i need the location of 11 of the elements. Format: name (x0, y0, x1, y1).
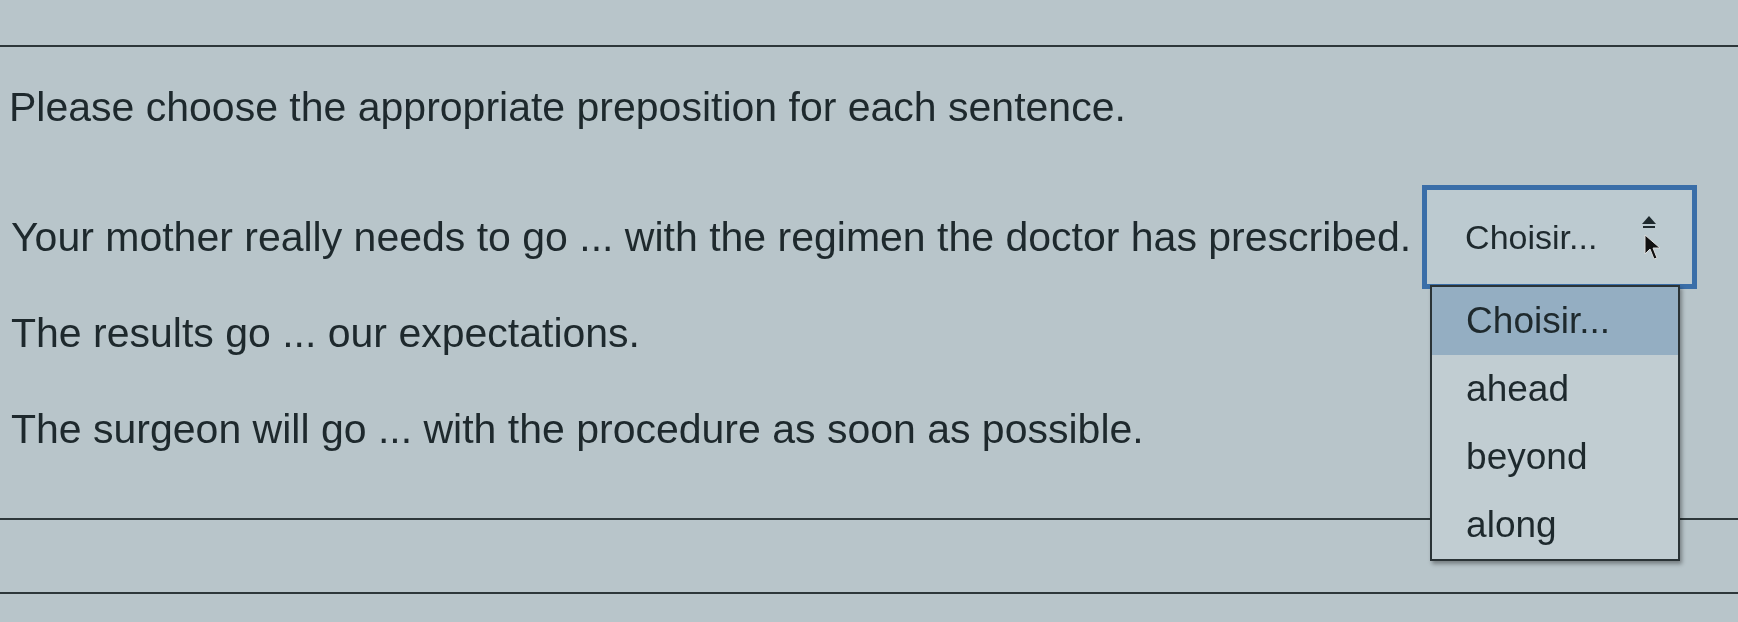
dropdown-option[interactable]: Choisir... (1432, 287, 1679, 355)
instruction-text: Please choose the appropriate preposition for each sentence. (9, 83, 1126, 131)
dropdown-option[interactable]: ahead (1432, 355, 1679, 423)
sentence-text: Your mother really needs to go ... with the regimen the doctor has prescribed. (11, 213, 1412, 261)
dropdown-option[interactable]: along (1432, 491, 1679, 559)
sentence-text: The surgeon will go ... with the procedure as soon as possible. (11, 405, 1144, 453)
preposition-select[interactable]: Choisir... (1422, 185, 1698, 289)
caret-up-icon (1642, 216, 1657, 228)
mouse-cursor-icon (1644, 234, 1663, 260)
sentence-text: The results go ... our expectations. (11, 309, 640, 357)
dropdown-option[interactable]: beyond (1432, 423, 1679, 491)
